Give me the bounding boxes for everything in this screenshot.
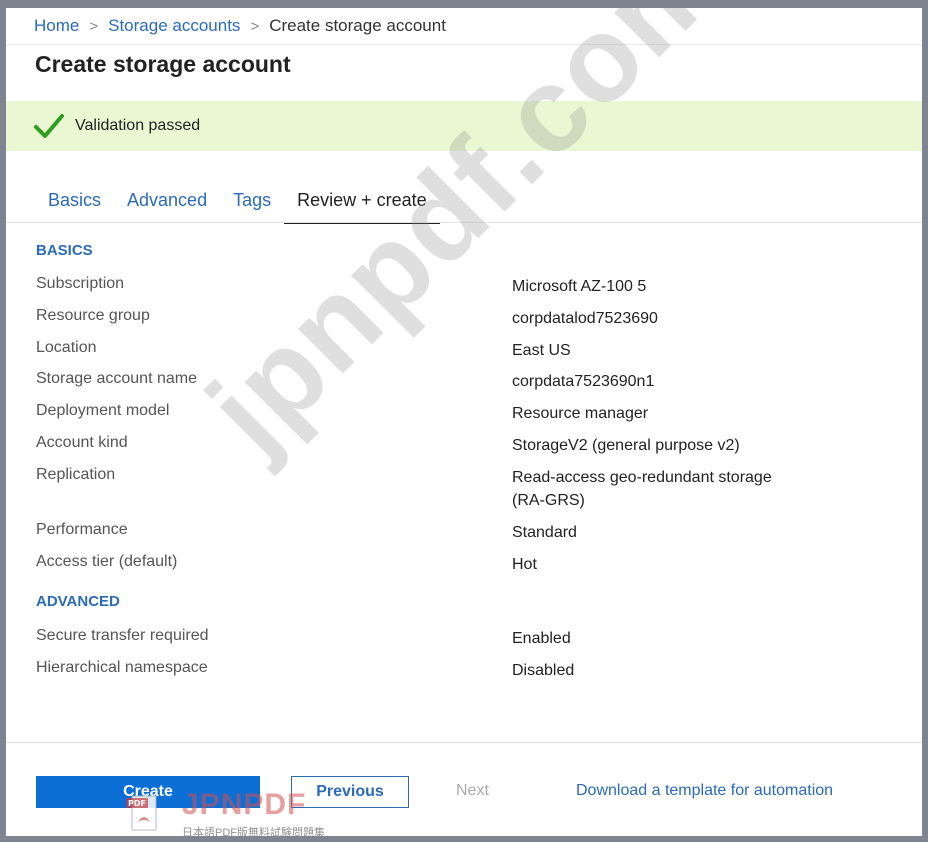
wizard-tabs: Basics Advanced Tags Review + create: [34, 186, 440, 224]
summary-value: corpdata7523690n1: [512, 373, 655, 390]
previous-button[interactable]: Previous: [291, 776, 409, 808]
summary-label: Deployment model: [36, 402, 170, 419]
watermark-text: jpnpdf.com: [182, 8, 749, 477]
next-button: Next: [456, 782, 489, 799]
portal-blade: Home > Storage accounts > Create storage…: [6, 8, 922, 836]
breadcrumb: Home > Storage accounts > Create storage…: [34, 16, 446, 36]
summary-label: Resource group: [36, 307, 150, 324]
summary-label: Subscription: [36, 275, 125, 292]
summary-label: Hierarchical namespace: [36, 659, 208, 676]
page-title: Create storage account: [35, 51, 291, 77]
summary-label: Replication: [36, 466, 116, 483]
breadcrumb-separator: >: [250, 17, 260, 35]
summary-value: StorageV2 (general purpose v2): [512, 437, 740, 454]
title-divider: [6, 44, 922, 45]
summary-label: Secure transfer required: [36, 627, 209, 644]
summary-value: Read-access geo-redundant storage: [512, 469, 772, 486]
summary-value: Resource manager: [512, 405, 649, 422]
tab-advanced[interactable]: Advanced: [114, 186, 220, 222]
section-heading-basics: BASICS: [36, 242, 93, 259]
summary-value: Hot: [512, 556, 537, 573]
create-button[interactable]: Create: [36, 776, 260, 808]
summary-label: Location: [36, 339, 97, 356]
summary-value: Standard: [512, 524, 577, 541]
summary-value: Enabled: [512, 630, 571, 647]
summary-label: Access tier (default): [36, 553, 178, 570]
summary-value: Disabled: [512, 662, 575, 679]
breadcrumb-current: Create storage account: [269, 16, 446, 35]
summary-value: Microsoft AZ-100 5: [512, 278, 647, 295]
summary-value-continued: (RA-GRS): [512, 492, 585, 509]
validation-message: Validation passed: [75, 117, 201, 134]
validation-banner: Validation passed: [6, 101, 922, 151]
tab-basics[interactable]: Basics: [34, 186, 114, 222]
summary-label: Performance: [36, 521, 128, 538]
breadcrumb-storage-accounts-link[interactable]: Storage accounts: [108, 16, 240, 36]
section-heading-advanced: ADVANCED: [36, 593, 120, 610]
footer-divider: [6, 742, 922, 743]
download-template-link[interactable]: Download a template for automation: [576, 782, 833, 800]
summary-value: East US: [512, 342, 571, 359]
summary-label: Storage account name: [36, 370, 197, 387]
summary-value: corpdatalod7523690: [512, 310, 658, 327]
breadcrumb-home-link[interactable]: Home: [34, 16, 79, 36]
tabs-divider: [6, 222, 922, 223]
summary-label: Account kind: [36, 434, 128, 451]
tab-review-create[interactable]: Review + create: [284, 186, 440, 224]
breadcrumb-separator: >: [89, 17, 99, 35]
watermark-tagline: 日本語PDF版無料試験問題集: [182, 827, 325, 836]
tab-tags[interactable]: Tags: [220, 186, 284, 222]
checkmark-icon: [34, 114, 64, 138]
